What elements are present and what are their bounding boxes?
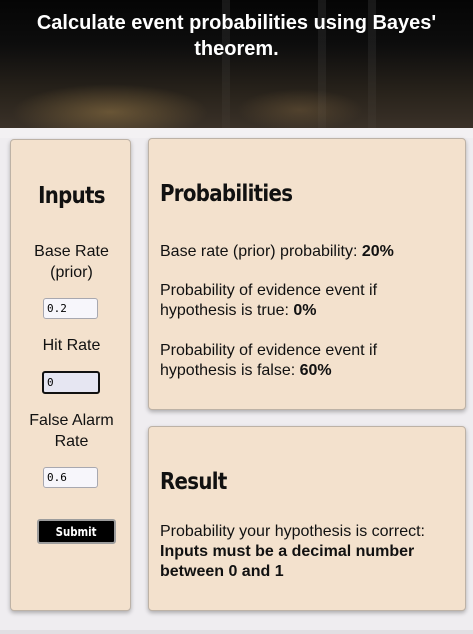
header-banner: Calculate event probabilities using Baye…: [0, 0, 473, 128]
result-panel: Result Probability your hypothesis is co…: [148, 426, 466, 611]
page-title: Calculate event probabilities using Baye…: [36, 12, 437, 60]
header-divider: [0, 128, 473, 138]
base-rate-probability-label: Base rate (prior) probability:: [160, 243, 362, 260]
false-hypothesis-probability-label: Probability of evidence event if hypothe…: [160, 342, 378, 379]
base-rate-probability-value: 20%: [361, 243, 394, 260]
true-hypothesis-probability-label: Probability of evidence event if hypothe…: [160, 282, 378, 319]
false-hypothesis-probability-value: 60%: [299, 362, 332, 379]
hit-rate-input[interactable]: [42, 371, 100, 394]
result-text: Probability your hypothesis is correct: …: [160, 522, 456, 582]
true-hypothesis-probability: Probability of evidence event if hypothe…: [160, 281, 456, 321]
result-heading: Result: [160, 469, 227, 495]
result-value: Inputs must be a decimal number between …: [160, 543, 415, 580]
base-rate-label: Base Rate (prior): [34, 243, 109, 281]
hit-rate-label: Hit Rate: [42, 337, 101, 354]
probabilities-heading: Probabilities: [160, 181, 293, 207]
footer-divider: [0, 630, 473, 634]
result-label: Probability your hypothesis is correct:: [160, 523, 425, 540]
true-hypothesis-probability-value: 0%: [293, 302, 317, 319]
false-alarm-rate-input[interactable]: [43, 467, 98, 488]
base-rate-input[interactable]: [43, 298, 98, 319]
false-hypothesis-probability: Probability of evidence event if hypothe…: [160, 341, 456, 381]
probabilities-panel: Probabilities Base rate (prior) probabil…: [148, 138, 466, 410]
inputs-panel: Inputs Base Rate (prior) Hit Rate False …: [10, 139, 131, 611]
submit-button-label: Submit: [56, 524, 97, 539]
submit-button[interactable]: Submit: [37, 519, 116, 544]
false-alarm-rate-label: False Alarm Rate: [29, 412, 114, 450]
inputs-heading: Inputs: [38, 183, 105, 209]
base-rate-probability: Base rate (prior) probability: 20%: [160, 242, 456, 262]
